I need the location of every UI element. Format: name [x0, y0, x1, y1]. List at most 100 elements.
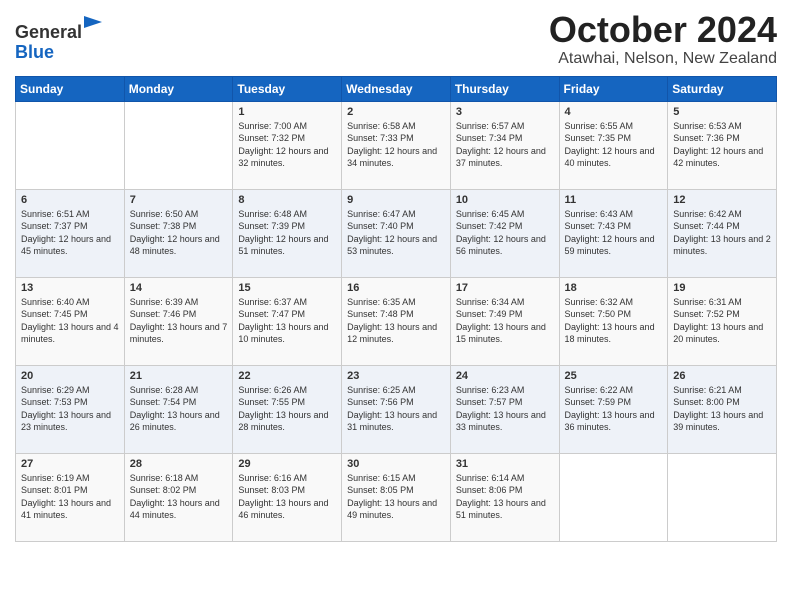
day-number: 8 [238, 194, 336, 206]
day-number: 22 [238, 370, 336, 382]
calendar-cell: 13 Sunrise: 6:40 AMSunset: 7:45 PMDaylig… [16, 277, 125, 365]
calendar-cell: 27 Sunrise: 6:19 AMSunset: 8:01 PMDaylig… [16, 453, 125, 541]
logo-flag-icon [84, 16, 102, 38]
calendar-cell: 31 Sunrise: 6:14 AMSunset: 8:06 PMDaylig… [450, 453, 559, 541]
title-area: October 2024 Atawhai, Nelson, New Zealan… [549, 10, 777, 68]
day-number: 25 [565, 370, 663, 382]
day-info: Sunrise: 6:47 AMSunset: 7:40 PMDaylight:… [347, 209, 437, 257]
day-number: 30 [347, 458, 445, 470]
day-info: Sunrise: 6:18 AMSunset: 8:02 PMDaylight:… [130, 473, 220, 521]
logo-general: General [15, 22, 82, 42]
calendar-cell: 22 Sunrise: 6:26 AMSunset: 7:55 PMDaylig… [233, 365, 342, 453]
day-number: 9 [347, 194, 445, 206]
calendar-cell: 2 Sunrise: 6:58 AMSunset: 7:33 PMDayligh… [342, 101, 451, 189]
day-info: Sunrise: 6:21 AMSunset: 8:00 PMDaylight:… [673, 385, 763, 433]
day-info: Sunrise: 6:40 AMSunset: 7:45 PMDaylight:… [21, 297, 119, 345]
day-number: 29 [238, 458, 336, 470]
calendar-cell [124, 101, 233, 189]
day-number: 28 [130, 458, 228, 470]
col-header-tuesday: Tuesday [233, 76, 342, 101]
calendar-cell [559, 453, 668, 541]
day-info: Sunrise: 6:45 AMSunset: 7:42 PMDaylight:… [456, 209, 546, 257]
day-info: Sunrise: 6:42 AMSunset: 7:44 PMDaylight:… [673, 209, 771, 257]
day-info: Sunrise: 6:29 AMSunset: 7:53 PMDaylight:… [21, 385, 111, 433]
calendar-cell: 17 Sunrise: 6:34 AMSunset: 7:49 PMDaylig… [450, 277, 559, 365]
calendar-cell: 20 Sunrise: 6:29 AMSunset: 7:53 PMDaylig… [16, 365, 125, 453]
day-number: 14 [130, 282, 228, 294]
calendar-cell: 10 Sunrise: 6:45 AMSunset: 7:42 PMDaylig… [450, 189, 559, 277]
day-info: Sunrise: 6:50 AMSunset: 7:38 PMDaylight:… [130, 209, 220, 257]
day-info: Sunrise: 6:32 AMSunset: 7:50 PMDaylight:… [565, 297, 655, 345]
calendar-cell: 11 Sunrise: 6:43 AMSunset: 7:43 PMDaylig… [559, 189, 668, 277]
page-header: General Blue October 2024 Atawhai, Nelso… [15, 10, 777, 68]
calendar-cell: 30 Sunrise: 6:15 AMSunset: 8:05 PMDaylig… [342, 453, 451, 541]
day-info: Sunrise: 6:25 AMSunset: 7:56 PMDaylight:… [347, 385, 437, 433]
calendar-cell: 8 Sunrise: 6:48 AMSunset: 7:39 PMDayligh… [233, 189, 342, 277]
day-number: 11 [565, 194, 663, 206]
calendar-cell [668, 453, 777, 541]
day-number: 20 [21, 370, 119, 382]
day-number: 27 [21, 458, 119, 470]
calendar-cell: 1 Sunrise: 7:00 AMSunset: 7:32 PMDayligh… [233, 101, 342, 189]
calendar-cell: 18 Sunrise: 6:32 AMSunset: 7:50 PMDaylig… [559, 277, 668, 365]
day-info: Sunrise: 7:00 AMSunset: 7:32 PMDaylight:… [238, 121, 328, 169]
day-info: Sunrise: 6:58 AMSunset: 7:33 PMDaylight:… [347, 121, 437, 169]
day-info: Sunrise: 6:16 AMSunset: 8:03 PMDaylight:… [238, 473, 328, 521]
day-number: 17 [456, 282, 554, 294]
col-header-sunday: Sunday [16, 76, 125, 101]
day-number: 3 [456, 106, 554, 118]
calendar-cell: 29 Sunrise: 6:16 AMSunset: 8:03 PMDaylig… [233, 453, 342, 541]
day-info: Sunrise: 6:19 AMSunset: 8:01 PMDaylight:… [21, 473, 111, 521]
day-info: Sunrise: 6:34 AMSunset: 7:49 PMDaylight:… [456, 297, 546, 345]
col-header-monday: Monday [124, 76, 233, 101]
calendar-cell: 16 Sunrise: 6:35 AMSunset: 7:48 PMDaylig… [342, 277, 451, 365]
calendar-week-row: 1 Sunrise: 7:00 AMSunset: 7:32 PMDayligh… [16, 101, 777, 189]
month-title: October 2024 [549, 10, 777, 50]
calendar-cell: 25 Sunrise: 6:22 AMSunset: 7:59 PMDaylig… [559, 365, 668, 453]
day-info: Sunrise: 6:31 AMSunset: 7:52 PMDaylight:… [673, 297, 763, 345]
logo-blue: Blue [15, 42, 54, 62]
day-info: Sunrise: 6:26 AMSunset: 7:55 PMDaylight:… [238, 385, 328, 433]
day-number: 2 [347, 106, 445, 118]
day-info: Sunrise: 6:14 AMSunset: 8:06 PMDaylight:… [456, 473, 546, 521]
calendar-cell: 6 Sunrise: 6:51 AMSunset: 7:37 PMDayligh… [16, 189, 125, 277]
day-number: 16 [347, 282, 445, 294]
calendar-cell: 5 Sunrise: 6:53 AMSunset: 7:36 PMDayligh… [668, 101, 777, 189]
day-number: 21 [130, 370, 228, 382]
day-info: Sunrise: 6:39 AMSunset: 7:46 PMDaylight:… [130, 297, 228, 345]
day-info: Sunrise: 6:15 AMSunset: 8:05 PMDaylight:… [347, 473, 437, 521]
day-info: Sunrise: 6:23 AMSunset: 7:57 PMDaylight:… [456, 385, 546, 433]
calendar-cell: 23 Sunrise: 6:25 AMSunset: 7:56 PMDaylig… [342, 365, 451, 453]
calendar-cell: 19 Sunrise: 6:31 AMSunset: 7:52 PMDaylig… [668, 277, 777, 365]
col-header-thursday: Thursday [450, 76, 559, 101]
day-info: Sunrise: 6:35 AMSunset: 7:48 PMDaylight:… [347, 297, 437, 345]
calendar-week-row: 6 Sunrise: 6:51 AMSunset: 7:37 PMDayligh… [16, 189, 777, 277]
day-number: 10 [456, 194, 554, 206]
location: Atawhai, Nelson, New Zealand [549, 50, 777, 68]
day-info: Sunrise: 6:57 AMSunset: 7:34 PMDaylight:… [456, 121, 546, 169]
day-number: 15 [238, 282, 336, 294]
calendar-cell: 14 Sunrise: 6:39 AMSunset: 7:46 PMDaylig… [124, 277, 233, 365]
day-number: 6 [21, 194, 119, 206]
col-header-wednesday: Wednesday [342, 76, 451, 101]
calendar-cell [16, 101, 125, 189]
day-number: 31 [456, 458, 554, 470]
day-info: Sunrise: 6:28 AMSunset: 7:54 PMDaylight:… [130, 385, 220, 433]
day-number: 5 [673, 106, 771, 118]
day-info: Sunrise: 6:22 AMSunset: 7:59 PMDaylight:… [565, 385, 655, 433]
calendar-cell: 7 Sunrise: 6:50 AMSunset: 7:38 PMDayligh… [124, 189, 233, 277]
day-info: Sunrise: 6:37 AMSunset: 7:47 PMDaylight:… [238, 297, 328, 345]
day-number: 13 [21, 282, 119, 294]
day-number: 26 [673, 370, 771, 382]
calendar-table: SundayMondayTuesdayWednesdayThursdayFrid… [15, 76, 777, 542]
calendar-cell: 21 Sunrise: 6:28 AMSunset: 7:54 PMDaylig… [124, 365, 233, 453]
calendar-week-row: 20 Sunrise: 6:29 AMSunset: 7:53 PMDaylig… [16, 365, 777, 453]
day-info: Sunrise: 6:55 AMSunset: 7:35 PMDaylight:… [565, 121, 655, 169]
calendar-cell: 12 Sunrise: 6:42 AMSunset: 7:44 PMDaylig… [668, 189, 777, 277]
day-number: 24 [456, 370, 554, 382]
col-header-saturday: Saturday [668, 76, 777, 101]
day-number: 23 [347, 370, 445, 382]
day-info: Sunrise: 6:51 AMSunset: 7:37 PMDaylight:… [21, 209, 111, 257]
day-number: 4 [565, 106, 663, 118]
calendar-cell: 26 Sunrise: 6:21 AMSunset: 8:00 PMDaylig… [668, 365, 777, 453]
